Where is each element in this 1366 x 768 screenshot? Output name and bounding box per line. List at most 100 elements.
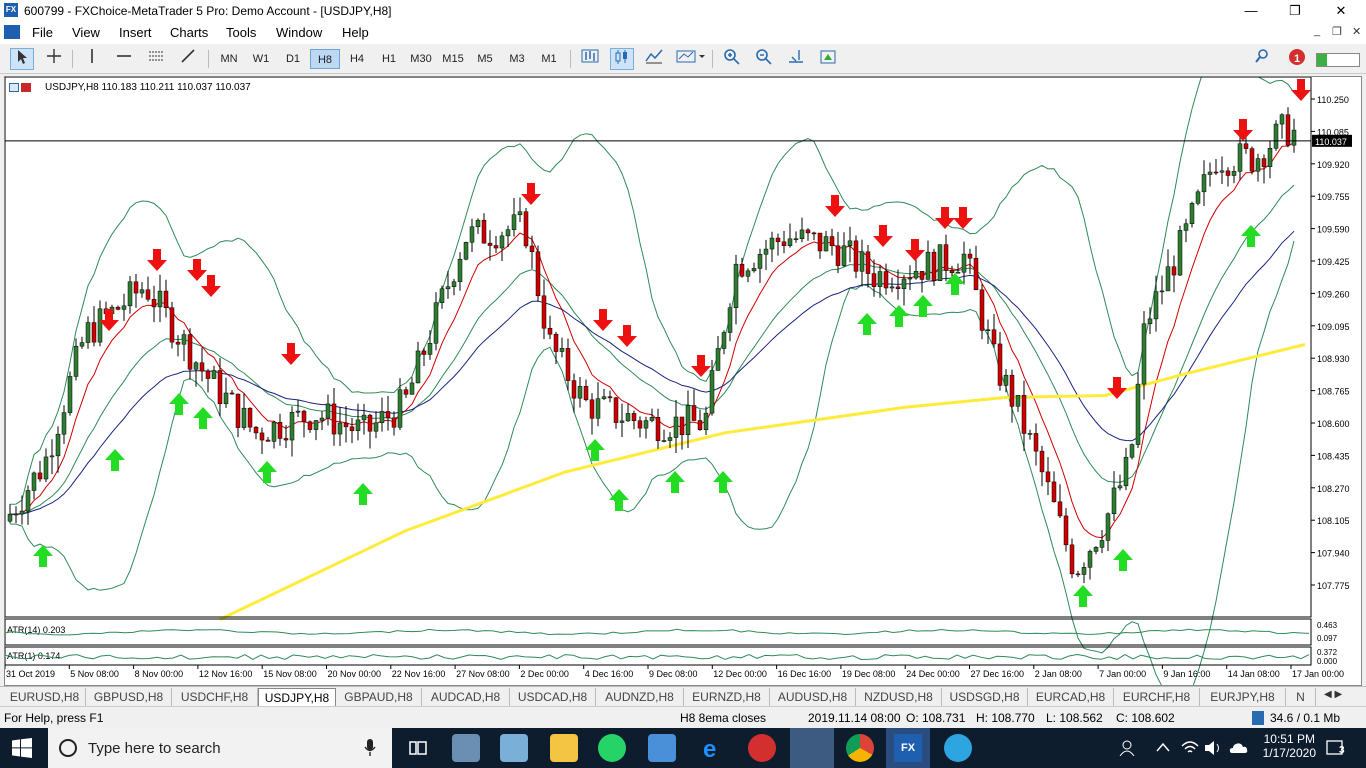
people-icon[interactable] (1118, 740, 1136, 756)
bull-candle (31, 472, 37, 491)
notifications-button[interactable]: 1 (1282, 48, 1306, 70)
symbol-tab[interactable]: AUDNZD,H8 (596, 688, 684, 706)
windows-start-icon[interactable] (12, 738, 32, 758)
chevron-up-icon[interactable] (1156, 742, 1170, 752)
task-view-icon[interactable] (404, 734, 432, 762)
symbol-tab[interactable]: USDCHF,H8 (172, 688, 258, 706)
line-chart-button[interactable] (642, 48, 666, 70)
menu-window[interactable]: Window (276, 25, 322, 40)
timeframe-h4[interactable]: H4 (342, 49, 372, 69)
tab-scroll-arrows[interactable]: ◀ ▶ (1324, 689, 1342, 700)
timeframe-m15[interactable]: M15 (438, 49, 468, 69)
line-chart-icon (645, 49, 663, 64)
timeframe-m5[interactable]: M5 (470, 49, 500, 69)
bull-candle (1099, 540, 1105, 548)
symbol-tab[interactable]: USDSGD,H8 (942, 688, 1028, 706)
symbol-tab[interactable]: EURUSD,H8 (4, 688, 86, 706)
zoom-out-button[interactable] (752, 48, 776, 70)
chart-window[interactable]: 110.250 110.085 109.920 109.755 109.590 109.4… (4, 38, 1362, 706)
timeframe-w1[interactable]: W1 (246, 49, 276, 69)
telegram-icon[interactable] (944, 734, 972, 762)
metatrader-taskbar-icon[interactable] (790, 728, 834, 768)
timeframe-h8[interactable]: H8 (310, 49, 340, 69)
close-button[interactable]: ✕ (1318, 2, 1364, 20)
symbol-tab[interactable]: NZDUSD,H8 (856, 688, 942, 706)
price-chart[interactable]: 110.250110.085109.920109.755109.590109.4… (4, 38, 1361, 706)
menu-file[interactable]: File (32, 25, 53, 40)
timeframe-mn[interactable]: MN (214, 49, 244, 69)
remote-desktop-icon[interactable] (648, 734, 676, 762)
menu-help[interactable]: Help (342, 25, 369, 40)
bear-candle (853, 240, 859, 272)
symbol-tab[interactable]: USDCAD,H8 (510, 688, 596, 706)
restore-button[interactable]: ❐ (1272, 2, 1318, 20)
onedrive-icon[interactable] (1228, 740, 1248, 756)
connection-indicator (1316, 53, 1360, 67)
sell-arrow (1233, 119, 1253, 141)
chrome-icon[interactable] (846, 734, 874, 762)
buy-arrow (713, 471, 733, 493)
photos-app-icon[interactable] (452, 734, 480, 762)
auto-scroll-button[interactable] (816, 48, 840, 70)
timeframe-d1[interactable]: D1 (278, 49, 308, 69)
internet-explorer-icon[interactable]: e (698, 734, 726, 763)
microphone-icon[interactable] (364, 739, 376, 757)
symbol-tab[interactable]: GBPAUD,H8 (336, 688, 422, 706)
zoom-in-button[interactable] (720, 48, 744, 70)
minimize-button[interactable]: — (1228, 2, 1274, 20)
symbol-tab[interactable]: EURNZD,H8 (684, 688, 770, 706)
symbol-tab[interactable]: AUDUSD,H8 (770, 688, 856, 706)
whatsapp-icon[interactable] (598, 734, 626, 762)
bear-candle (523, 211, 529, 247)
trendline-tool-button[interactable] (176, 48, 200, 70)
timeframe-m1[interactable]: M1 (534, 49, 564, 69)
menu-tools[interactable]: Tools (226, 25, 256, 40)
clock-date: 1/17/2020 (1262, 746, 1316, 760)
candlestick-chart-button[interactable] (610, 48, 634, 70)
fxchoice-taskbar-icon[interactable]: FX (886, 728, 930, 768)
bull-candle (1003, 374, 1009, 386)
bull-candle (139, 289, 145, 294)
symbol-tab[interactable]: AUDCAD,H8 (422, 688, 510, 706)
clock[interactable]: 10:51 PM 1/17/2020 (1263, 732, 1316, 760)
symbol-tab[interactable]: EURJPY,H8 (1200, 688, 1286, 706)
horizontal-line-button[interactable] (112, 48, 136, 70)
search-button[interactable] (1250, 48, 1274, 70)
bull-candle (1267, 148, 1273, 167)
timeframe-m30[interactable]: M30 (406, 49, 436, 69)
paint-app-icon[interactable] (500, 734, 528, 762)
bear-candle (691, 405, 697, 421)
crosshair-tool-button[interactable] (42, 48, 66, 70)
vertical-line-button[interactable] (80, 48, 104, 70)
file-explorer-icon[interactable] (550, 734, 578, 762)
bar-chart-button[interactable] (578, 48, 602, 70)
menu-insert[interactable]: Insert (119, 25, 152, 40)
price-axis-label: 109.590 (1317, 225, 1350, 235)
mdi-restore-button[interactable]: ❐ (1332, 25, 1342, 38)
bull-candle (823, 236, 829, 252)
timeframe-m3[interactable]: M3 (502, 49, 532, 69)
channel-tool-button[interactable] (144, 48, 168, 70)
screen-recorder-icon[interactable] (748, 734, 776, 762)
mdi-close-button[interactable]: ✕ (1352, 25, 1361, 38)
symbol-tab[interactable]: N (1286, 688, 1316, 706)
mdi-minimize-button[interactable]: _ (1314, 25, 1320, 37)
cursor-tool-button[interactable] (10, 48, 34, 70)
bull-candle (901, 278, 907, 290)
chart-shift-button[interactable] (784, 48, 808, 70)
menu-charts[interactable]: Charts (170, 25, 208, 40)
taskbar-search-box[interactable]: Type here to search (48, 728, 392, 768)
symbol-tab[interactable]: USDJPY,H8 (258, 688, 336, 706)
symbol-tab[interactable]: EURCAD,H8 (1028, 688, 1114, 706)
menu-view[interactable]: View (72, 25, 100, 40)
title-bar: FX 600799 - FXChoice-MetaTrader 5 Pro: D… (0, 0, 1366, 22)
document-icon[interactable] (4, 25, 20, 39)
timeframe-h1[interactable]: H1 (374, 49, 404, 69)
symbol-tab[interactable]: EURCHF,H8 (1114, 688, 1200, 706)
wifi-icon[interactable] (1180, 740, 1200, 756)
symbol-tab[interactable]: GBPUSD,H8 (86, 688, 172, 706)
chart-template-button[interactable] (674, 48, 708, 70)
sell-arrow (187, 259, 207, 281)
volume-icon[interactable] (1204, 740, 1222, 756)
time-axis-label: 31 Oct 2019 (6, 669, 55, 679)
